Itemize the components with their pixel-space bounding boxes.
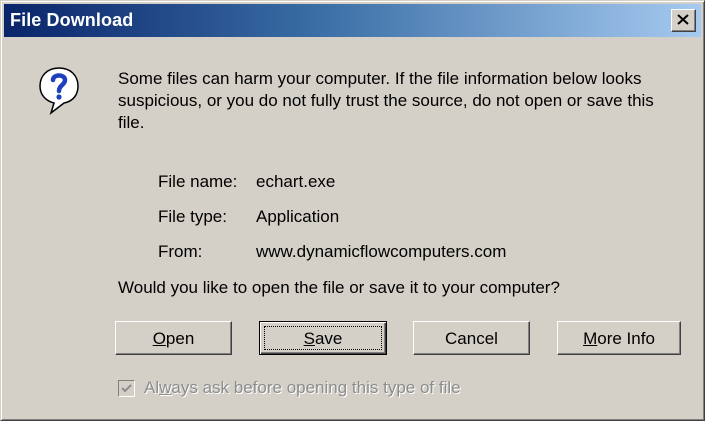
close-button[interactable] — [671, 9, 696, 32]
more-label: ore Info — [597, 329, 655, 348]
open-label: pen — [165, 329, 195, 348]
more-accel: M — [583, 329, 598, 348]
open-button[interactable]: Open — [115, 321, 232, 355]
always-ask-checkbox[interactable] — [118, 380, 135, 397]
warning-message: Some files can harm your computer. If th… — [118, 69, 654, 132]
file-type-label: File type: — [158, 207, 227, 226]
file-from-label: From: — [158, 242, 203, 261]
close-icon — [677, 14, 689, 25]
file-from-value: www.dynamicflowcomputers.com — [256, 242, 507, 261]
always-ask-label[interactable]: Always ask before opening this type of f… — [144, 378, 461, 398]
window-title: File Download — [10, 10, 134, 30]
file-name-label: File name: — [158, 172, 238, 191]
save-button[interactable]: Save — [259, 321, 387, 355]
more-info-button[interactable]: More Info — [557, 321, 681, 355]
file-type-value: Application — [256, 207, 340, 226]
always-ask-label-pre: Al — [144, 378, 160, 397]
question-text: Would you like to open the file or save … — [118, 278, 560, 297]
focus-rectangle — [264, 326, 382, 350]
file-download-dialog: File Download Some files can harm your c… — [0, 0, 705, 421]
open-accel: O — [152, 329, 166, 348]
checkmark-icon — [121, 384, 132, 393]
question-icon — [39, 67, 79, 116]
cancel-button[interactable]: Cancel — [413, 321, 530, 355]
title-bar[interactable]: File Download — [4, 4, 701, 37]
always-ask-label-accel: w — [159, 378, 172, 397]
always-ask-label-post: ays ask before opening this type of file — [171, 378, 461, 397]
file-name-value: echart.exe — [256, 172, 336, 191]
